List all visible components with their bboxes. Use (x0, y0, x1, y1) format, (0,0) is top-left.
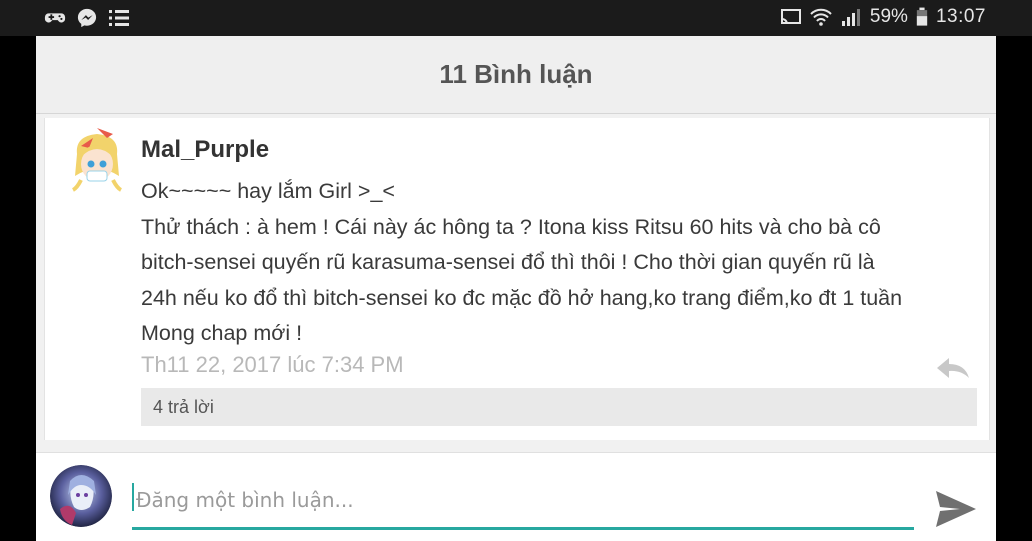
page-title: 11 Bình luận (439, 59, 593, 89)
replies-count-label: 4 trả lời (153, 396, 214, 417)
signal-icon (841, 9, 860, 26)
view-replies-button[interactable]: 4 trả lời (141, 388, 977, 426)
comment-line: bitch-sensei quyến rũ karasuma-sensei đổ… (141, 250, 875, 274)
status-bar: 59% 13:07 (0, 0, 1032, 36)
list-icon (109, 10, 129, 26)
clock: 13:07 (935, 6, 986, 27)
comment-composer (36, 452, 996, 541)
comment-line: 24h nếu ko đổ thì bitch-sensei ko đc mặc… (141, 285, 903, 310)
comment-item: Mal_Purple Ok~~~~~ hay lắm Girl >_< Thử … (44, 118, 990, 440)
send-icon[interactable] (934, 489, 978, 529)
comment-username[interactable]: Mal_Purple (141, 136, 269, 164)
comment-text: Ok~~~~~ hay lắm Girl >_< Thử thách : à h… (141, 174, 981, 352)
battery-icon (916, 7, 928, 26)
comment-line: Thử thách : à hem ! Cái này ác hông ta ?… (141, 214, 881, 239)
status-bar-system: 59% 13:07 (780, 6, 986, 28)
gamepad-icon (44, 13, 66, 23)
battery-percentage: 59% (869, 6, 908, 27)
comment-list[interactable]: Mal_Purple Ok~~~~~ hay lắm Girl >_< Thử … (36, 114, 996, 486)
comment-input-container (132, 479, 914, 530)
comment-line: Mong chap mới ! (141, 321, 303, 345)
current-user-avatar (50, 465, 112, 527)
user-avatar[interactable] (67, 124, 127, 194)
cast-icon (780, 9, 801, 25)
messenger-icon (77, 8, 97, 28)
wifi-icon (810, 8, 832, 26)
comment-input[interactable] (134, 479, 908, 521)
status-bar-notifications (44, 8, 130, 28)
dialog-header: 11 Bình luận (36, 36, 996, 114)
comments-dialog: 11 Bình luận Mal_Purple Ok~~~~~ hay lắm … (36, 36, 996, 541)
reply-icon[interactable] (935, 356, 971, 380)
comment-line: Ok~~~~~ hay lắm Girl >_< (141, 179, 395, 203)
comment-timestamp: Th11 22, 2017 lúc 7:34 PM (141, 352, 404, 377)
